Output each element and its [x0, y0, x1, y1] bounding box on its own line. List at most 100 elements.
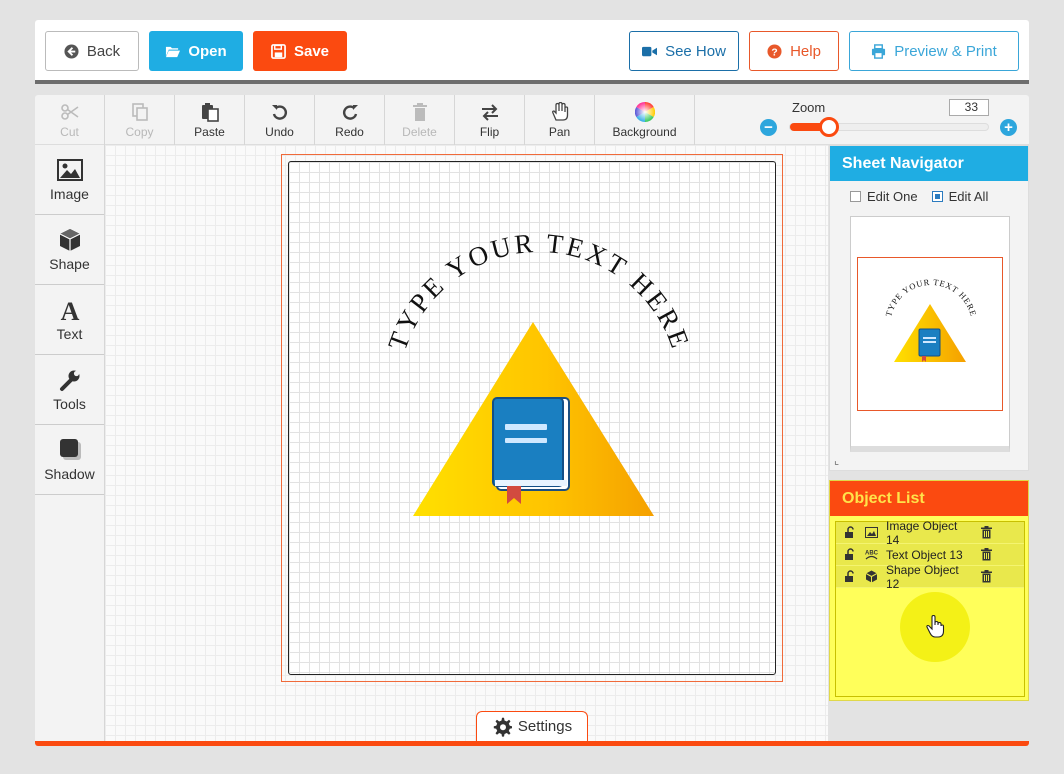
hand-icon [551, 101, 568, 121]
unlock-icon[interactable] [844, 548, 857, 561]
open-label: Open [188, 42, 227, 60]
trash-icon[interactable] [980, 570, 993, 583]
text-a-icon: A [60, 298, 79, 322]
edit-one-label: Edit One [867, 189, 918, 204]
folder-open-icon [166, 46, 181, 57]
sidebar-item-shape[interactable]: Shape [35, 215, 104, 285]
undo-icon [271, 104, 287, 120]
sheet-thumbnail[interactable]: TYPE YOUR TEXT HERE [857, 257, 1003, 411]
image-icon [865, 527, 878, 538]
paste-clipboard-icon [201, 102, 219, 122]
object-list-title: Object List [830, 481, 1028, 516]
back-button[interactable]: Back [45, 31, 139, 71]
object-list-panel: Object List Image Object 14 ABC Text Obj… [829, 480, 1029, 701]
zoom-slider[interactable] [789, 117, 989, 137]
sidebar-item-label: Tools [53, 395, 86, 412]
save-button[interactable]: Save [253, 31, 347, 71]
svg-text:?: ? [771, 47, 777, 58]
flip-button[interactable]: Flip [455, 95, 525, 145]
paste-button[interactable]: Paste [175, 95, 245, 145]
video-camera-icon [642, 46, 658, 56]
sidebar-item-label: Text [56, 325, 83, 342]
sidebar-item-tools[interactable]: Tools [35, 355, 104, 425]
background-button[interactable]: Background [595, 95, 695, 145]
zoom-in-button[interactable]: + [1000, 119, 1017, 136]
sidebar-item-shadow[interactable]: Shadow [35, 425, 104, 495]
object-name: Shape Object 12 [886, 562, 959, 591]
pan-button[interactable]: Pan [525, 95, 595, 145]
book-icon[interactable] [492, 397, 570, 504]
resize-corner-icon[interactable]: ⌞ [834, 454, 839, 467]
trash-icon [412, 102, 427, 121]
plus-icon: + [1004, 119, 1013, 136]
checkbox-unchecked [850, 191, 861, 202]
edit-all-label: Edit All [948, 189, 989, 204]
object-name: Text Object 13 [886, 547, 963, 562]
design-canvas[interactable]: TYPE YOUR TEXT HERE [105, 145, 828, 741]
edit-one-checkbox[interactable]: Edit One [850, 189, 918, 204]
hand-pointer-cursor-icon [926, 615, 945, 638]
bottom-accent-bar [35, 741, 1029, 746]
settings-tab[interactable]: Settings [476, 711, 588, 741]
background-label: Background [612, 124, 677, 139]
copy-label: Copy [125, 124, 154, 139]
sidebar-item-image[interactable]: Image [35, 145, 104, 215]
svg-text:ABC: ABC [865, 551, 878, 557]
list-item[interactable]: Shape Object 12 [836, 562, 1024, 591]
see-how-label: See How [665, 42, 726, 60]
gear-icon [493, 717, 512, 737]
sidebar-item-label: Shape [49, 255, 90, 272]
edit-all-checkbox[interactable]: Edit All [931, 189, 989, 204]
unlock-icon[interactable] [844, 570, 857, 583]
settings-label: Settings [517, 718, 573, 735]
undo-button[interactable]: Undo [245, 95, 315, 145]
checkbox-checked [931, 191, 943, 202]
wrench-icon [59, 370, 79, 391]
help-label: Help [790, 42, 821, 60]
sidebar-item-label: Image [50, 185, 89, 202]
preview-print-label: Preview & Print [894, 42, 997, 60]
cut-button[interactable]: Cut [35, 95, 105, 145]
print-sheet: TYPE YOUR TEXT HERE [281, 154, 783, 682]
save-disk-icon [271, 43, 286, 59]
redo-label: Redo [335, 124, 364, 139]
top-bar: Back Open Save See How ? Help Preview & … [35, 20, 1029, 84]
redo-icon [342, 104, 358, 120]
paste-label: Paste [194, 124, 225, 139]
flip-label: Flip [479, 124, 500, 139]
printer-icon [872, 43, 886, 59]
preview-print-button[interactable]: Preview & Print [849, 31, 1019, 71]
sidebar-item-label: Shadow [44, 465, 95, 482]
object-list: Image Object 14 ABC Text Object 13 Shape… [835, 519, 1025, 697]
zoom-out-button[interactable]: − [760, 119, 777, 136]
pan-label: Pan [548, 124, 571, 139]
trash-icon[interactable] [980, 548, 993, 561]
copy-button[interactable]: Copy [105, 95, 175, 145]
sheet-preview[interactable]: TYPE YOUR TEXT HERE [850, 216, 1010, 452]
left-sidebar: Image Shape A Text Tools Shadow [35, 145, 105, 741]
open-button[interactable]: Open [149, 31, 243, 71]
unlock-icon[interactable] [844, 526, 857, 539]
see-how-button[interactable]: See How [629, 31, 739, 71]
cut-label: Cut [60, 124, 79, 139]
zoom-value-input[interactable]: 33 [949, 99, 989, 116]
redo-button[interactable]: Redo [315, 95, 385, 145]
shape-icon [865, 570, 878, 583]
help-button[interactable]: ? Help [749, 31, 839, 71]
minus-icon: − [764, 119, 773, 136]
shadow-square-icon [59, 438, 81, 460]
thumbnail-artwork: TYPE YOUR TEXT HERE [883, 277, 978, 362]
trash-icon[interactable] [980, 526, 993, 539]
toolbar: Cut Copy Paste Undo Redo Delete Flip Pan [35, 95, 1029, 145]
delete-label: Delete [402, 124, 437, 139]
design-artwork: TYPE YOUR TEXT HERE [382, 228, 693, 516]
sheet-navigator-title: Sheet Navigator [830, 146, 1028, 181]
svg-text:A: A [60, 298, 79, 322]
undo-label: Undo [265, 124, 294, 139]
sidebar-item-text[interactable]: A Text [35, 285, 104, 355]
scissors-icon [60, 103, 78, 120]
back-label: Back [86, 42, 121, 60]
list-item[interactable]: Image Object 14 [836, 519, 1024, 547]
zoom-slider-thumb[interactable] [819, 117, 839, 137]
delete-button[interactable]: Delete [385, 95, 455, 145]
